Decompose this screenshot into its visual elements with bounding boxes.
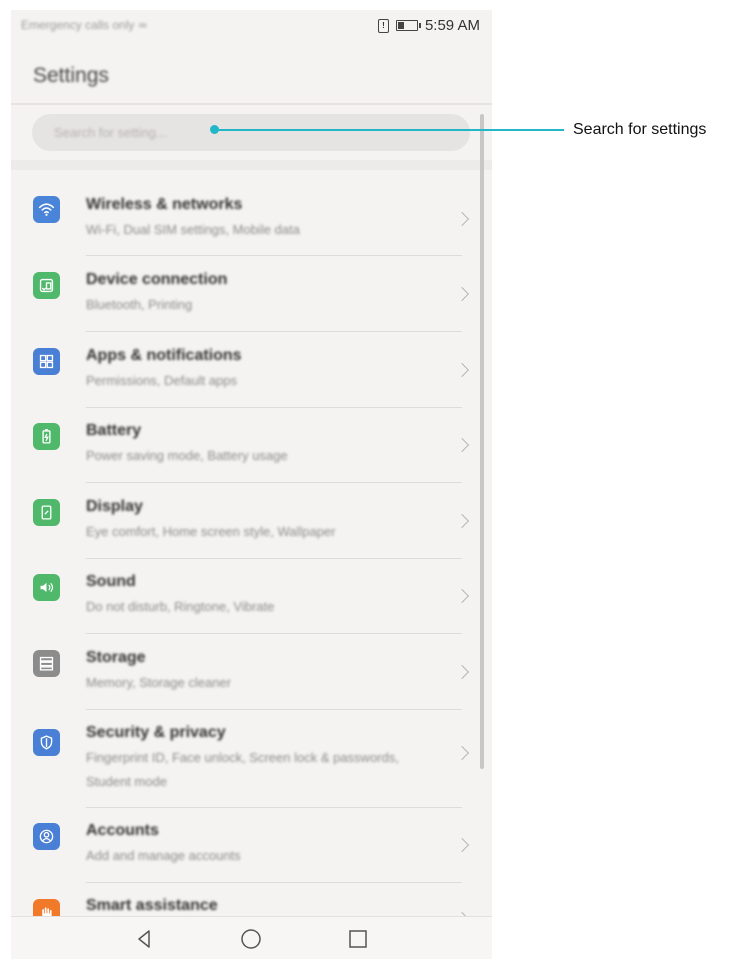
recents-icon[interactable] bbox=[347, 928, 369, 950]
chevron-right-icon bbox=[454, 286, 470, 302]
wifi-calling-icon: ≃ bbox=[137, 18, 148, 32]
battery-icon bbox=[33, 423, 60, 450]
item-title: Security & privacy bbox=[86, 724, 226, 741]
sound-icon bbox=[33, 574, 60, 601]
row-divider bbox=[86, 331, 462, 332]
storage-icon bbox=[33, 650, 60, 677]
chevron-right-icon bbox=[454, 588, 470, 604]
back-icon[interactable] bbox=[133, 928, 155, 950]
callout-line bbox=[215, 129, 564, 131]
item-subtitle: Fingerprint ID, Face unlock, Screen lock… bbox=[86, 750, 399, 789]
page-title: Settings bbox=[33, 64, 109, 87]
item-subtitle: Bluetooth, Printing bbox=[86, 297, 193, 312]
chevron-right-icon bbox=[454, 513, 470, 529]
chevron-right-icon bbox=[454, 664, 470, 680]
item-title: Sound bbox=[86, 573, 136, 590]
display-icon bbox=[33, 499, 60, 526]
scrollbar[interactable] bbox=[480, 114, 484, 769]
status-time: 5:59 AM bbox=[424, 17, 480, 34]
apps-icon bbox=[33, 348, 60, 375]
row-divider bbox=[86, 633, 462, 634]
item-title: Smart assistance bbox=[86, 897, 218, 914]
account-icon bbox=[33, 823, 60, 850]
chevron-right-icon bbox=[454, 362, 470, 378]
row-divider bbox=[86, 482, 462, 483]
home-icon[interactable] bbox=[240, 928, 262, 950]
row-divider bbox=[86, 807, 462, 808]
device-connection-icon bbox=[33, 272, 60, 299]
status-right: ! 5:59 AM bbox=[377, 17, 480, 34]
item-title: Storage bbox=[86, 649, 146, 666]
row-divider bbox=[86, 882, 462, 883]
search-placeholder: Search for setting... bbox=[54, 125, 167, 140]
item-title: Display bbox=[86, 498, 143, 515]
row-divider bbox=[86, 709, 462, 710]
item-subtitle: Permissions, Default apps bbox=[86, 373, 238, 388]
phone-screen: Emergency calls only ≃ ! 5:59 AM Setting… bbox=[11, 10, 492, 959]
battery-status-icon bbox=[395, 20, 421, 31]
carrier-text: Emergency calls only bbox=[21, 18, 135, 32]
wifi-icon bbox=[33, 196, 60, 223]
chevron-right-icon bbox=[454, 437, 470, 453]
item-subtitle: Eye comfort, Home screen style, Wallpape… bbox=[86, 524, 336, 539]
item-title: Accounts bbox=[86, 822, 159, 839]
sim-icon: ! bbox=[377, 18, 389, 33]
item-title: Apps & notifications bbox=[86, 347, 242, 364]
item-title: Wireless & networks bbox=[86, 196, 243, 213]
item-subtitle: Do not disturb, Ringtone, Vibrate bbox=[86, 599, 275, 614]
search-input[interactable]: Search for setting... bbox=[32, 114, 470, 151]
row-divider bbox=[86, 558, 462, 559]
row-divider bbox=[86, 255, 462, 256]
chevron-right-icon bbox=[454, 745, 470, 761]
callout-label: Search for settings bbox=[573, 121, 707, 138]
status-carrier: Emergency calls only ≃ bbox=[21, 18, 148, 32]
item-subtitle: Add and manage accounts bbox=[86, 848, 241, 863]
shield-icon bbox=[33, 729, 60, 756]
item-subtitle: Power saving mode, Battery usage bbox=[86, 448, 288, 463]
title-divider bbox=[11, 103, 492, 105]
item-subtitle: Wi-Fi, Dual SIM settings, Mobile data bbox=[86, 222, 300, 237]
item-title: Battery bbox=[86, 422, 142, 439]
chevron-right-icon bbox=[454, 837, 470, 853]
status-bar: Emergency calls only ≃ ! 5:59 AM bbox=[11, 10, 492, 44]
item-title: Device connection bbox=[86, 271, 228, 288]
row-divider bbox=[86, 407, 462, 408]
chevron-right-icon bbox=[454, 211, 470, 227]
navigation-bar bbox=[11, 916, 492, 959]
item-subtitle: Memory, Storage cleaner bbox=[86, 675, 231, 690]
section-gap bbox=[11, 160, 492, 170]
